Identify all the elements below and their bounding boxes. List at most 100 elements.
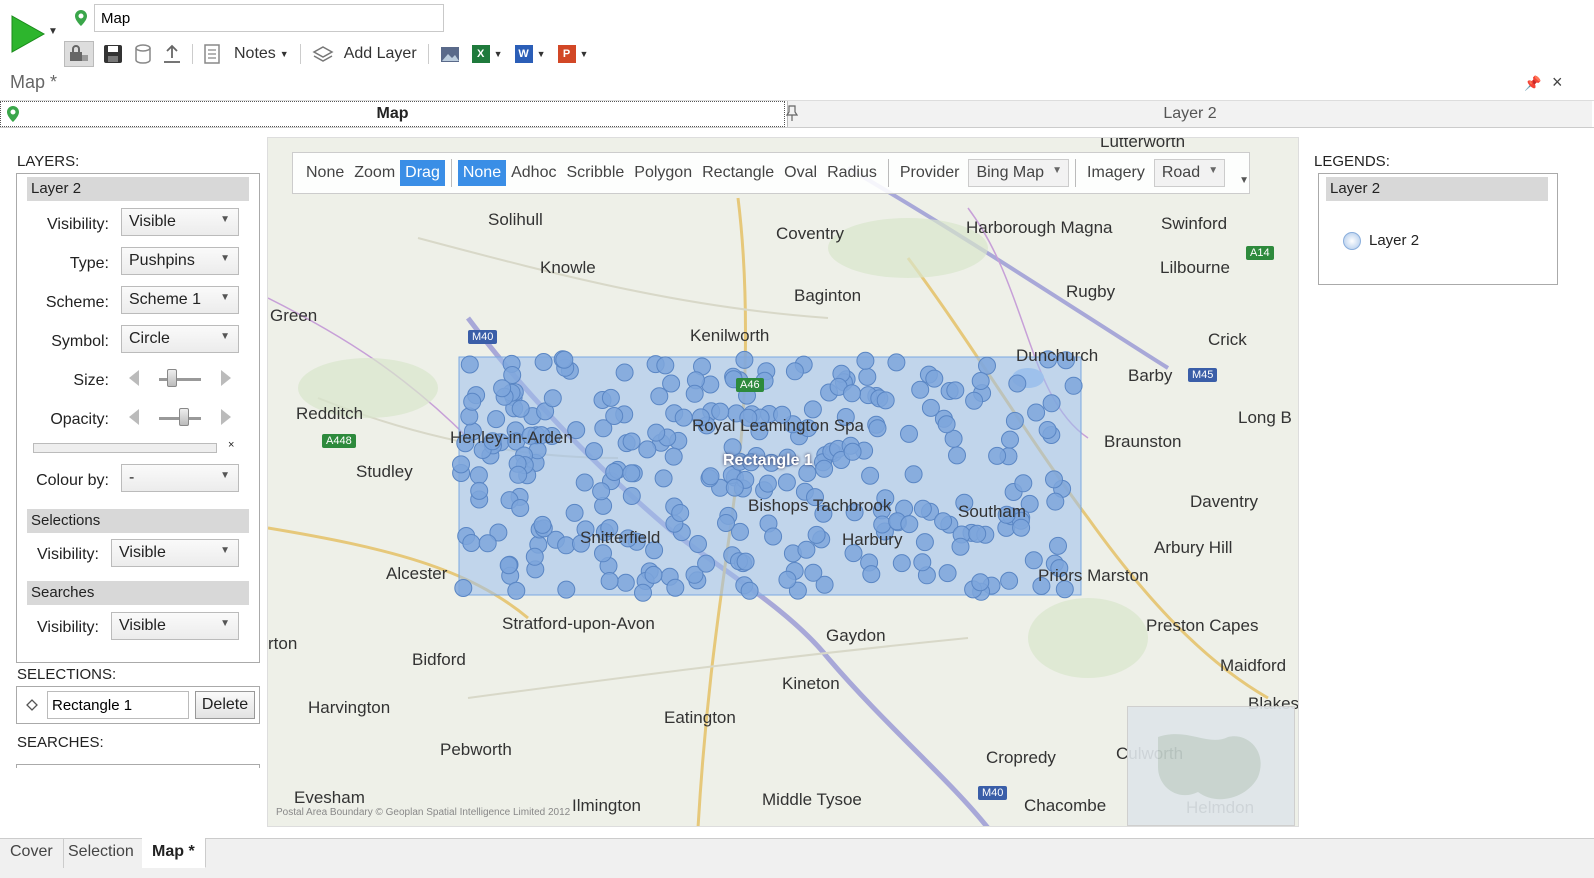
pushpin[interactable] [797, 540, 816, 559]
pushpin[interactable] [656, 356, 675, 375]
pushpin[interactable] [1046, 492, 1065, 511]
pushpin[interactable] [971, 372, 990, 390]
select-mode-none[interactable]: None [457, 160, 507, 186]
save-icon[interactable] [100, 41, 126, 67]
pushpin[interactable] [615, 363, 634, 382]
export-image-icon[interactable] [437, 41, 463, 67]
pushpin[interactable] [965, 391, 984, 410]
scheme-select[interactable]: Scheme 1 ▼ [121, 286, 239, 314]
pushpin[interactable] [452, 455, 470, 474]
pushpin[interactable] [736, 552, 755, 571]
pushpin[interactable] [1045, 470, 1063, 489]
pushpin[interactable] [644, 565, 663, 584]
pushpin[interactable] [638, 440, 657, 459]
pushpin[interactable] [1027, 403, 1046, 422]
pushpin[interactable] [892, 554, 911, 573]
visibility-select[interactable]: Visible ▼ [121, 208, 239, 236]
close-panel-icon[interactable]: × [1552, 72, 1563, 93]
pushpin[interactable] [622, 432, 641, 451]
nav-mode-drag[interactable]: Drag [400, 160, 445, 186]
select-mode-radius[interactable]: Radius [822, 160, 882, 186]
export-excel-button[interactable]: X ▼ [469, 41, 506, 67]
pushpin[interactable] [1001, 430, 1019, 449]
select-mode-rectangle[interactable]: Rectangle [697, 160, 779, 186]
pushpin[interactable] [804, 563, 823, 582]
pushpin[interactable] [937, 415, 956, 434]
pushpin[interactable] [925, 369, 944, 388]
pushpin[interactable] [1005, 411, 1024, 430]
pushpin[interactable] [735, 350, 754, 369]
pushpin[interactable] [511, 499, 530, 517]
size-increase-arrow[interactable] [221, 370, 231, 386]
pushpin[interactable] [605, 463, 624, 481]
pushpin[interactable] [868, 419, 887, 438]
export-powerpoint-button[interactable]: P ▼ [555, 41, 592, 67]
pushpin[interactable] [717, 514, 735, 532]
pushpin[interactable] [764, 527, 783, 546]
add-layer-button[interactable]: Add Layer [309, 41, 420, 67]
pin-panel-icon[interactable]: 📌 [1524, 75, 1541, 92]
pushpin[interactable] [900, 424, 918, 443]
pushpin[interactable] [689, 535, 707, 553]
nav-mode-none[interactable]: None [301, 160, 349, 186]
pushpin[interactable] [565, 503, 584, 522]
minimap[interactable] [1127, 706, 1295, 826]
pushpin[interactable] [509, 465, 528, 484]
lock-icon[interactable] [64, 41, 94, 67]
pushpin[interactable] [533, 515, 552, 534]
size-slider-thumb[interactable] [166, 369, 177, 387]
pushpin[interactable] [778, 570, 797, 589]
imagery-select[interactable]: Road ▼ [1153, 159, 1226, 187]
pushpin[interactable] [1042, 394, 1061, 413]
pushpin[interactable] [697, 554, 716, 573]
clear-icon[interactable]: × [228, 439, 234, 451]
pushpin[interactable] [862, 565, 881, 584]
pushpin[interactable] [915, 533, 934, 552]
selections-visibility-select[interactable]: Visible ▼ [111, 539, 239, 567]
pushpin[interactable] [469, 466, 488, 485]
map-view[interactable]: Lutterworth Solihull Coventry Harborough Ma… [267, 137, 1299, 827]
pushpin[interactable] [904, 465, 923, 484]
symbol-select[interactable]: Circle ▼ [121, 325, 239, 353]
pushpin[interactable] [460, 407, 479, 426]
pushpin[interactable] [815, 459, 834, 478]
pushpin[interactable] [701, 467, 720, 486]
pushpin[interactable] [543, 389, 562, 408]
pushpin[interactable] [616, 573, 635, 592]
size-decrease-arrow[interactable] [129, 370, 139, 386]
select-mode-polygon[interactable]: Polygon [629, 160, 697, 186]
export-word-button[interactable]: W ▼ [512, 41, 549, 67]
pushpin[interactable] [740, 581, 759, 600]
tab-map[interactable]: Map [0, 101, 785, 127]
tab-layer2[interactable]: Layer 2 [786, 101, 1592, 127]
upload-icon[interactable] [160, 41, 184, 67]
opacity-slider-thumb[interactable] [179, 408, 190, 426]
pushpin[interactable] [622, 487, 641, 505]
pushpin[interactable] [460, 355, 479, 374]
pushpin[interactable] [674, 408, 693, 427]
select-mode-scribble[interactable]: Scribble [561, 160, 629, 186]
pushpin[interactable] [493, 379, 512, 398]
pushpin[interactable] [843, 384, 861, 403]
run-dropdown-icon[interactable]: ▼ [48, 26, 58, 37]
pushpin[interactable] [911, 380, 930, 399]
provider-select[interactable]: Bing Map ▼ [968, 159, 1070, 187]
pushpin[interactable] [807, 525, 826, 544]
pushpin[interactable] [622, 464, 641, 483]
pushpin[interactable] [938, 564, 957, 583]
pushpin[interactable] [555, 350, 574, 369]
sheet-tab[interactable]: Selection [58, 838, 145, 868]
pushpin[interactable] [654, 469, 673, 488]
pushpin[interactable] [948, 446, 966, 465]
select-mode-oval[interactable]: Oval [779, 160, 822, 186]
pushpin[interactable] [978, 356, 996, 375]
pushpin[interactable] [487, 410, 506, 429]
pushpin[interactable] [758, 474, 777, 493]
pushpin[interactable] [1064, 376, 1083, 395]
opacity-increase-arrow[interactable] [221, 409, 231, 425]
pushpin[interactable] [968, 524, 987, 543]
pushpin[interactable] [1008, 374, 1027, 393]
colour-by-select[interactable]: - ▼ [121, 464, 239, 492]
pushpin[interactable] [463, 392, 482, 411]
pushpin[interactable] [601, 388, 620, 407]
